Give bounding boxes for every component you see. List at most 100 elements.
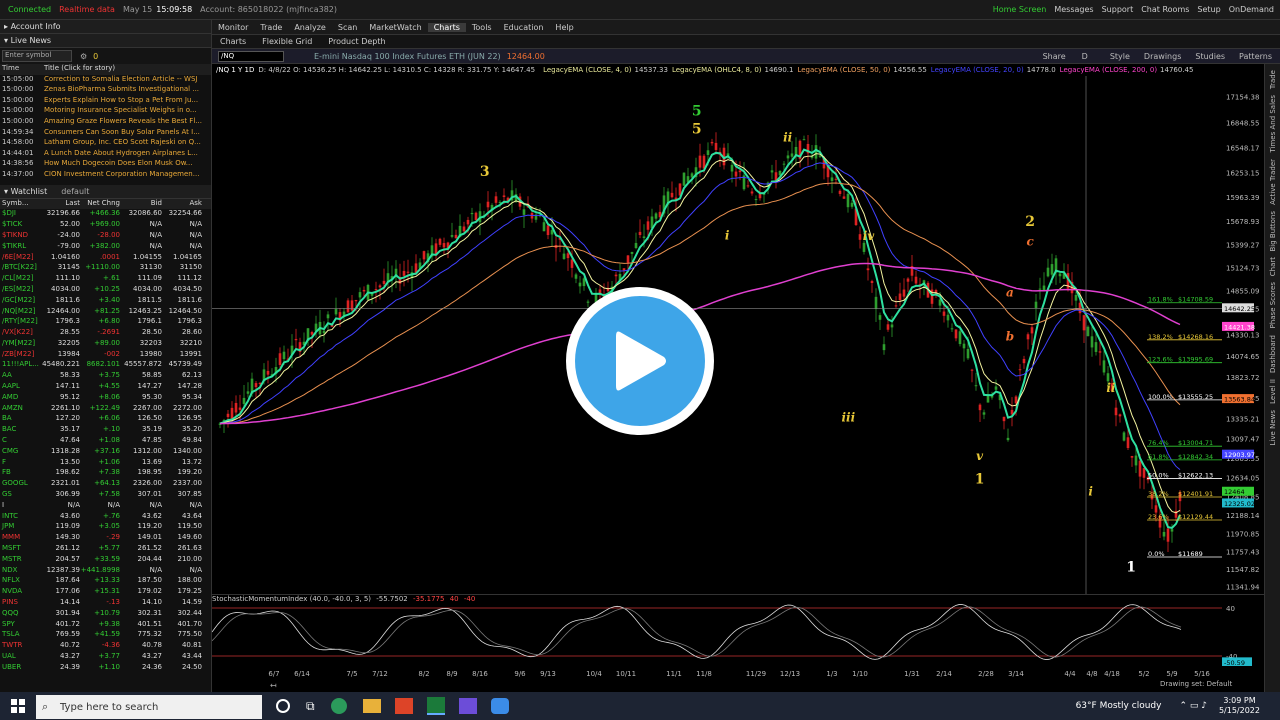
studies-button[interactable]: Studies xyxy=(1195,52,1225,61)
watchlist-row[interactable]: BAC 35.17 +.10 35.19 35.20 xyxy=(0,425,211,436)
watchlist-row[interactable]: $DJI 32196.66 +466.36 32086.60 32254.66 xyxy=(0,209,211,220)
news-item[interactable]: 14:38:56 How Much Dogecoin Does Elon Musk… xyxy=(0,159,211,170)
watchlist-row[interactable]: UAL 43.27 +3.77 43.27 43.44 xyxy=(0,652,211,663)
watchlist-row[interactable]: JPM 119.09 +3.05 119.20 119.50 xyxy=(0,522,211,533)
watchlist-row[interactable]: AA 58.33 +3.75 58.85 62.13 xyxy=(0,371,211,382)
news-item[interactable]: 14:58:00 Latham Group, Inc. CEO Scott Raj… xyxy=(0,138,211,149)
watchlist-row[interactable]: GOOGL 2321.01 +64.13 2326.00 2337.00 xyxy=(0,479,211,490)
watchlist-row[interactable]: PINS 14.14 -.13 14.10 14.59 xyxy=(0,598,211,609)
watchlist-row[interactable]: AMZN 2261.10 +122.49 2267.00 2272.00 xyxy=(0,404,211,415)
nav-tab-monitor[interactable]: Monitor xyxy=(212,23,254,32)
edge-icon[interactable] xyxy=(330,698,347,714)
nav-tab-tools[interactable]: Tools xyxy=(466,23,498,32)
watchlist-row[interactable]: NFLX 187.64 +13.33 187.50 188.00 xyxy=(0,576,211,587)
sidebar-tab-dashboard[interactable]: Dashboard xyxy=(1269,335,1277,373)
watchlist-row[interactable]: AMD 95.12 +8.06 95.30 95.34 xyxy=(0,393,211,404)
nav-tab-marketwatch[interactable]: MarketWatch xyxy=(363,23,427,32)
sidebar-tab-chart[interactable]: Chart xyxy=(1269,257,1277,276)
sidebar-tab-level-ii[interactable]: Level II xyxy=(1269,379,1277,404)
file-explorer-icon[interactable] xyxy=(362,699,381,713)
watchlist-row[interactable]: /VX[K22] 28.55 -.2691 28.50 28.60 xyxy=(0,328,211,339)
watchlist-row[interactable]: QQQ 301.94 +10.79 302.31 302.44 xyxy=(0,609,211,620)
live-news-header[interactable]: ▾ Live News xyxy=(0,34,211,48)
study-label[interactable]: LegacyEMA (CLOSE, 20, 0) xyxy=(931,66,1024,74)
support-link[interactable]: Support xyxy=(1102,5,1134,14)
study-label[interactable]: LegacyEMA (OHLC4, 8, 0) xyxy=(672,66,762,74)
app-icon[interactable] xyxy=(458,698,477,714)
watchlist-row[interactable]: NVDA 177.06 +15.31 179.02 179.25 xyxy=(0,587,211,598)
news-item[interactable]: 15:00:00 Zenas BioPharma Submits Investig… xyxy=(0,85,211,96)
news-item[interactable]: 14:44:01 A Lunch Date About Hydrogen Airp… xyxy=(0,149,211,160)
watchlist-row[interactable]: BA 127.20 +6.06 126.50 126.95 xyxy=(0,414,211,425)
symbol-field[interactable]: /NQ xyxy=(218,50,284,62)
watchlist-row[interactable]: C 47.64 +1.08 47.85 49.84 xyxy=(0,436,211,447)
home-screen-link[interactable]: Home Screen xyxy=(993,5,1047,14)
sidebar-tab-times-and-sales[interactable]: Times And Sales xyxy=(1269,95,1277,153)
watchlist-row[interactable]: /GC[M22] 1811.6 +3.40 1811.5 1811.6 xyxy=(0,296,211,307)
ondemand-link[interactable]: OnDemand xyxy=(1229,5,1274,14)
study-label[interactable]: LegacyEMA (CLOSE, 200, 0) xyxy=(1060,66,1157,74)
sidebar-tab-phase-scores[interactable]: Phase Scores xyxy=(1269,282,1277,328)
watchlist-row[interactable]: MSFT 261.12 +5.77 261.52 261.63 xyxy=(0,544,211,555)
study-label[interactable]: LegacyEMA (CLOSE, 4, 0) xyxy=(543,66,631,74)
nav-tab-trade[interactable]: Trade xyxy=(254,23,288,32)
taskbar-search[interactable]: ⌕ Type here to search xyxy=(36,695,262,719)
watchlist-row[interactable]: /BTC[K22] 31145 +1110.00 31130 31150 xyxy=(0,263,211,274)
task-view-icon[interactable]: ⧉ xyxy=(306,699,315,714)
news-item[interactable]: 14:37:00 CION Investment Corporation Mana… xyxy=(0,170,211,181)
watchlist-row[interactable]: GS 306.99 +7.58 307.01 307.85 xyxy=(0,490,211,501)
aggregation-button[interactable]: D xyxy=(1082,52,1088,61)
nav-tab-help[interactable]: Help xyxy=(549,23,579,32)
sidebar-tab-trade[interactable]: Trade xyxy=(1269,70,1277,89)
watchlist-row[interactable]: /ES[M22] 4034.00 +10.25 4034.00 4034.50 xyxy=(0,285,211,296)
oscillator-chart[interactable]: 40-40-50.59 xyxy=(212,598,1264,666)
watchlist-row[interactable]: INTC 43.60 +.76 43.62 43.64 xyxy=(0,512,211,523)
symbol-input[interactable]: Enter symbol xyxy=(2,50,72,62)
price-chart[interactable]: 17154.38 16848.55 16548.17 16253.15 15963.39… xyxy=(212,76,1264,594)
office-icon[interactable] xyxy=(394,698,413,714)
messages-link[interactable]: Messages xyxy=(1054,5,1093,14)
nav-tab-scan[interactable]: Scan xyxy=(332,23,363,32)
subnav-tab-flexible-grid[interactable]: Flexible Grid xyxy=(254,37,320,46)
news-item[interactable]: 15:00:00 Experts Explain How to Stop a Pe… xyxy=(0,96,211,107)
weather-widget[interactable]: 63°F Mostly cloudy xyxy=(1076,701,1162,711)
watchlist-row[interactable]: /RTY[M22] 1796.3 +6.80 1796.1 1796.3 xyxy=(0,317,211,328)
style-button[interactable]: Style xyxy=(1110,52,1130,61)
nav-tab-analyze[interactable]: Analyze xyxy=(288,23,332,32)
watchlist-row[interactable]: /YM[M22] 32205 +89.00 32203 32210 xyxy=(0,339,211,350)
drawing-set-label[interactable]: Drawing set: Default xyxy=(1160,680,1232,688)
news-item[interactable]: 15:00:00 Amazing Graze Flowers Reveals th… xyxy=(0,117,211,128)
watchlist-row[interactable]: I N/A N/A N/A N/A xyxy=(0,501,211,512)
gear-icon[interactable]: ⚙ xyxy=(80,52,87,61)
watchlist-row[interactable]: MMM 149.30 -.29 149.01 149.60 xyxy=(0,533,211,544)
sidebar-tab-big-buttons[interactable]: Big Buttons xyxy=(1269,211,1277,252)
system-tray-icon[interactable]: ⌃ ▭ ♪ xyxy=(1179,701,1207,711)
news-item[interactable]: 15:00:00 Motoring Insurance Specialist We… xyxy=(0,106,211,117)
subnav-tab-product-depth[interactable]: Product Depth xyxy=(320,37,393,46)
news-item[interactable]: 14:59:34 Consumers Can Soon Buy Solar Pan… xyxy=(0,128,211,139)
watchlist-row[interactable]: /CL[M22] 111.10 +.61 111.09 111.12 xyxy=(0,274,211,285)
watchlist-row[interactable]: CMG 1318.28 +37.16 1312.00 1340.00 xyxy=(0,447,211,458)
watchlist-row[interactable]: AAPL 147.11 +4.55 147.27 147.28 xyxy=(0,382,211,393)
sidebar-tab-active-trader[interactable]: Active Trader xyxy=(1269,159,1277,205)
watchlist-row[interactable]: /6E[M22] 1.04160 .0001 1.04155 1.04165 xyxy=(0,253,211,264)
watchlist-row[interactable]: SPY 401.72 +9.38 401.51 401.70 xyxy=(0,620,211,631)
watchlist-row[interactable]: 11!!!APL... 45480.221 8682.101 45557.872 457… xyxy=(0,360,211,371)
watchlist-row[interactable]: $TICK 52.00 +969.00 N/A N/A xyxy=(0,220,211,231)
watchlist-row[interactable]: $TIKRL -79.00 +382.00 N/A N/A xyxy=(0,242,211,253)
chat-rooms-link[interactable]: Chat Rooms xyxy=(1141,5,1189,14)
watchlist-row[interactable]: /ZB[M22] 13984 -002 13980 13991 xyxy=(0,350,211,361)
thinkorswim-icon[interactable] xyxy=(426,697,445,715)
cortana-icon[interactable] xyxy=(276,699,290,713)
nav-tab-education[interactable]: Education xyxy=(498,23,550,32)
account-label[interactable]: Account: 865018022 (mjfinca382) xyxy=(200,5,337,14)
clock[interactable]: 3:09 PM 5/15/2022 xyxy=(1219,696,1260,716)
watchlist-row[interactable]: FB 198.62 +7.38 198.95 199.20 xyxy=(0,468,211,479)
video-play-button[interactable] xyxy=(566,287,714,435)
setup-link[interactable]: Setup xyxy=(1197,5,1220,14)
watchlist-row[interactable]: MSTR 204.57 +33.59 204.44 210.00 xyxy=(0,555,211,566)
sidebar-tab-live-news[interactable]: Live News xyxy=(1269,410,1277,445)
chart-period[interactable]: /NQ 1 Y 1D xyxy=(216,66,254,74)
subnav-tab-charts[interactable]: Charts xyxy=(212,37,254,46)
account-info-header[interactable]: ▸ Account Info xyxy=(0,20,211,34)
